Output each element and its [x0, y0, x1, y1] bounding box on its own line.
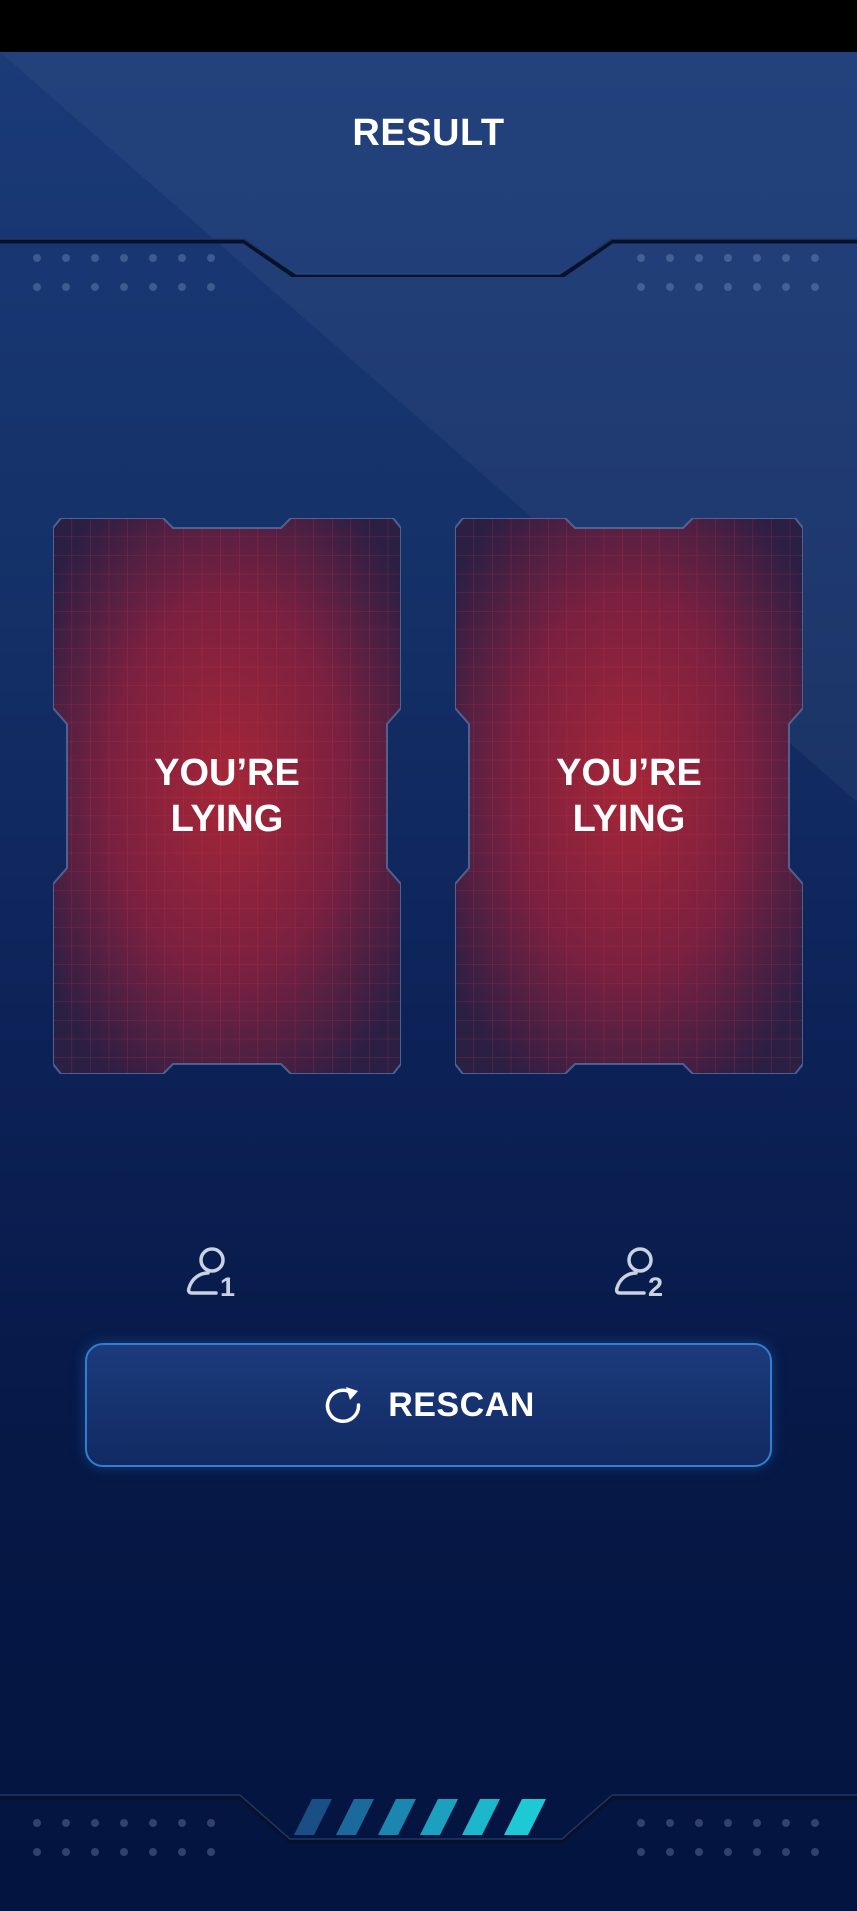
rescan-button[interactable]: RESCAN — [85, 1343, 772, 1467]
rescan-label: RESCAN — [388, 1385, 535, 1424]
card-1-text-line1: YOU’RE — [154, 752, 300, 794]
progress-stripes — [294, 1799, 546, 1835]
user-1-number: 1 — [220, 1272, 236, 1302]
user-2-number: 2 — [648, 1272, 664, 1302]
status-bar — [0, 0, 857, 52]
result-card-2: YOU’RE LYING — [455, 518, 803, 1074]
result-screen: RESULT YOU’RE LYING YOU’RE LYING 1 2 RES… — [0, 52, 857, 1911]
result-card-1: YOU’RE LYING — [53, 518, 401, 1074]
decorative-dots-top-left — [33, 254, 215, 291]
page-title: RESULT — [352, 112, 505, 154]
decorative-dots-top-right — [637, 254, 819, 291]
card-1-text-line2: LYING — [170, 798, 284, 840]
card-2-text-line2: LYING — [572, 798, 686, 840]
card-2-text-line1: YOU’RE — [556, 752, 702, 794]
user-1-indicator: 1 — [186, 1244, 242, 1304]
refresh-icon — [326, 1387, 361, 1423]
user-2-indicator: 2 — [614, 1244, 670, 1304]
decorative-dots-bottom-left — [33, 1819, 215, 1856]
decorative-dots-bottom-right — [637, 1819, 819, 1856]
